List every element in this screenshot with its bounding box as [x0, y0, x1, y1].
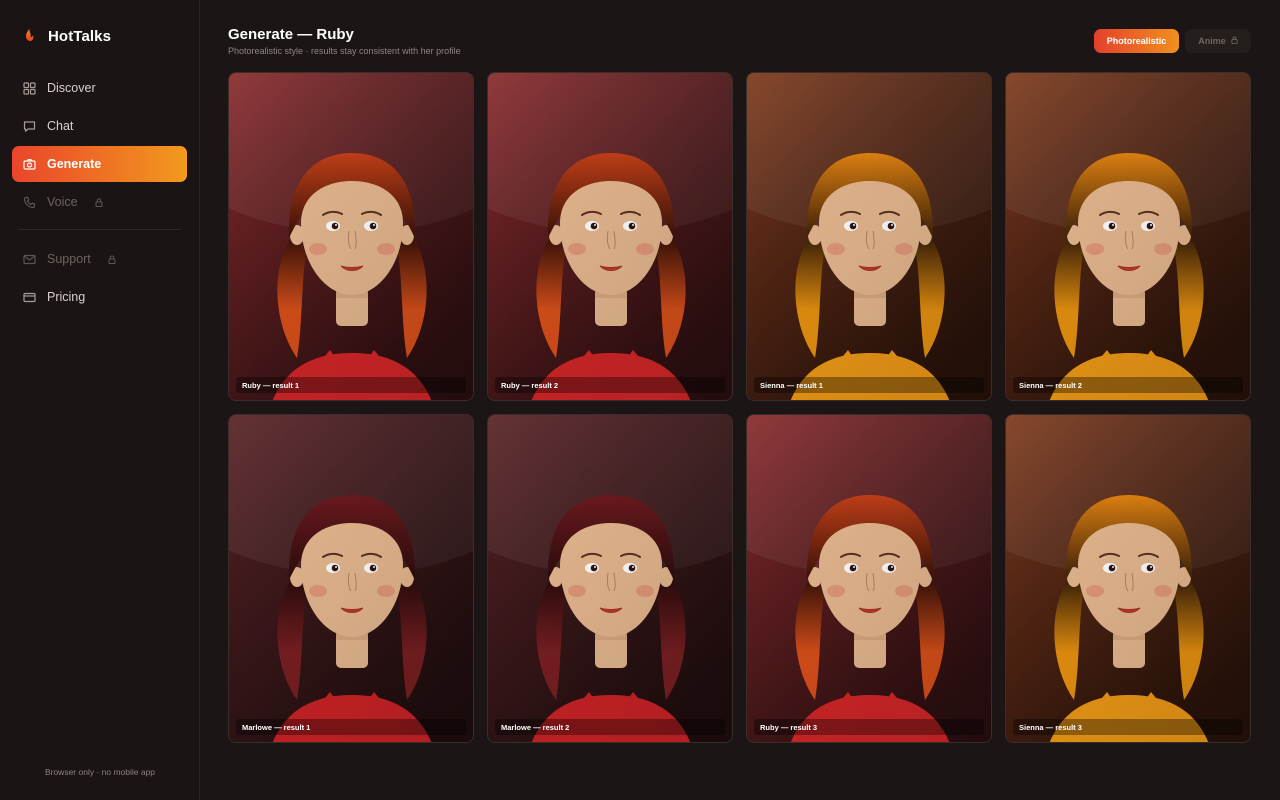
result-caption: Sienna — result 3: [1013, 719, 1243, 735]
result-card[interactable]: Ruby — result 3: [746, 414, 992, 743]
lock-icon: [108, 254, 116, 264]
style-photorealistic-button[interactable]: Photorealistic: [1094, 29, 1179, 53]
style-toggle: Photorealistic Anime: [1094, 29, 1251, 53]
result-caption: Ruby — result 3: [754, 719, 984, 735]
result-card[interactable]: Ruby — result 1: [228, 72, 474, 401]
result-card[interactable]: Sienna — result 3: [1005, 414, 1251, 743]
result-card[interactable]: Marlowe — result 2: [487, 414, 733, 743]
sidebar-item-chat[interactable]: Chat: [12, 108, 187, 144]
result-caption: Marlowe — result 2: [495, 719, 725, 735]
result-caption: Sienna — result 1: [754, 377, 984, 393]
result-caption: Marlowe — result 1: [236, 719, 466, 735]
style-anime-button[interactable]: Anime: [1185, 29, 1251, 53]
sidebar-item-label: Discover: [47, 81, 96, 95]
card-icon: [23, 291, 36, 304]
result-card[interactable]: Sienna — result 2: [1005, 72, 1251, 401]
page-subtitle: Photorealistic style · results stay cons…: [228, 46, 461, 56]
style-anime-label: Anime: [1198, 36, 1226, 46]
result-card[interactable]: Sienna — result 1: [746, 72, 992, 401]
mail-icon: [23, 253, 36, 266]
flame-icon: [22, 26, 36, 47]
footer-note: Browser only · no mobile app: [44, 767, 156, 777]
sidebar: HotTalks Discover Chat Generate Voice Su…: [0, 0, 200, 800]
sidebar-item-discover[interactable]: Discover: [12, 70, 187, 106]
style-photorealistic-label: Photorealistic: [1106, 36, 1167, 46]
brand[interactable]: HotTalks: [22, 26, 111, 46]
grid-icon: [23, 81, 36, 95]
results-grid: Ruby — result 1 Ruby — result 2 Sienna —…: [228, 72, 1251, 743]
lock-icon: [95, 197, 103, 207]
camera-icon: [23, 158, 36, 171]
lock-icon: [1231, 36, 1238, 46]
phone-icon: [23, 196, 36, 209]
result-caption: Ruby — result 1: [236, 377, 466, 393]
chat-bubble-icon: [23, 120, 36, 133]
nav-divider: [18, 229, 181, 230]
page-title: Generate — Ruby: [228, 26, 354, 43]
result-card[interactable]: Ruby — result 2: [487, 72, 733, 401]
result-caption: Sienna — result 2: [1013, 377, 1243, 393]
sidebar-item-voice[interactable]: Voice: [12, 184, 187, 220]
nav: Discover Chat Generate Voice Support Pri…: [12, 70, 187, 317]
sidebar-item-pricing[interactable]: Pricing: [12, 279, 187, 315]
result-caption: Ruby — result 2: [495, 377, 725, 393]
brand-name: HotTalks: [48, 27, 112, 45]
sidebar-item-label: Generate: [47, 157, 102, 171]
sidebar-item-generate[interactable]: Generate: [12, 146, 187, 182]
sidebar-item-label: Voice: [47, 195, 78, 209]
sidebar-item-label: Support: [47, 252, 91, 266]
result-card[interactable]: Marlowe — result 1: [228, 414, 474, 743]
sidebar-item-label: Chat: [47, 119, 74, 133]
sidebar-item-label: Pricing: [47, 290, 86, 304]
sidebar-item-support[interactable]: Support: [12, 241, 187, 277]
